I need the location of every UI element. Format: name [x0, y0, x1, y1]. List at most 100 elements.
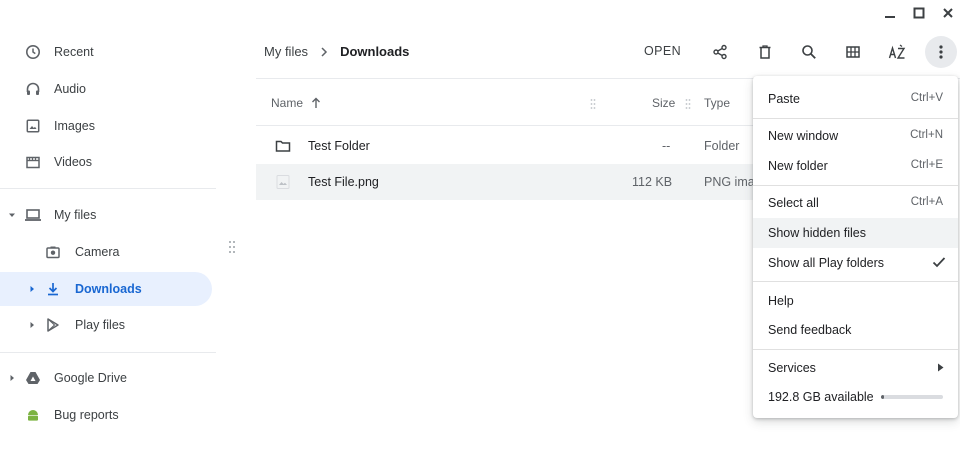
search-icon [802, 45, 816, 59]
menu-item-label: New folder [768, 159, 828, 173]
sidebar-item-label: Videos [54, 155, 92, 169]
menu-divider [753, 118, 958, 119]
column-header-name[interactable]: Name [271, 96, 321, 110]
chevron-right-icon [320, 46, 328, 57]
sidebar-item-recent[interactable]: Recent [0, 35, 212, 69]
menu-item-new-folder[interactable]: New folder Ctrl+E [753, 151, 958, 181]
folder-icon [275, 138, 291, 154]
submenu-arrow-icon [937, 363, 944, 372]
sidebar-item-play-files[interactable]: Play files [0, 308, 212, 342]
minimize-button[interactable] [880, 4, 900, 22]
close-icon [943, 8, 953, 18]
sidebar-item-images[interactable]: Images [0, 109, 212, 143]
menu-item-shortcut: Ctrl+V [910, 92, 943, 104]
sidebar-item-label: Bug reports [54, 408, 119, 422]
table-row[interactable]: Test Folder -- Folder [256, 128, 756, 164]
arrow-up-icon [311, 97, 321, 109]
menu-item-label: Show all Play folders [768, 256, 885, 270]
sidebar-item-google-drive[interactable]: Google Drive [0, 361, 212, 395]
share-icon [713, 44, 727, 60]
grid-view-button[interactable] [837, 36, 869, 68]
menu-item-shortcut: Ctrl+N [910, 129, 943, 141]
storage-info: 192.8 GB available [753, 382, 958, 412]
sidebar-item-camera[interactable]: Camera [0, 235, 212, 269]
caret-right-icon[interactable] [28, 285, 36, 293]
sidebar-item-label: Images [54, 119, 95, 133]
column-header-size[interactable]: Size [652, 96, 675, 110]
maximize-button[interactable] [909, 4, 929, 22]
sidebar-item-label: Downloads [75, 282, 142, 296]
camera-icon [44, 243, 62, 261]
sidebar-item-bug-reports[interactable]: Bug reports [0, 398, 212, 432]
file-size: 112 KB [632, 175, 673, 189]
close-button[interactable] [938, 4, 958, 22]
sort-button[interactable] [881, 36, 913, 68]
download-icon [44, 280, 62, 298]
breadcrumb-my-files[interactable]: My files [264, 44, 308, 59]
table-row[interactable]: Test File.png 112 KB PNG ima [256, 164, 756, 200]
menu-item-show-hidden-files[interactable]: Show hidden files [753, 218, 958, 248]
sidebar-item-label: Play files [75, 318, 126, 332]
menu-item-services[interactable]: Services [753, 353, 958, 383]
menu-item-label: Services [768, 361, 816, 375]
menu-item-help[interactable]: Help [753, 286, 958, 316]
column-resize-handle[interactable] [685, 98, 691, 110]
sidebar-item-audio[interactable]: Audio [0, 72, 212, 106]
caret-right-icon[interactable] [28, 321, 36, 329]
open-button[interactable]: OPEN [644, 44, 681, 58]
android-icon [24, 406, 42, 424]
delete-icon [759, 45, 771, 59]
column-resize-handle[interactable] [590, 98, 596, 110]
menu-item-select-all[interactable]: Select all Ctrl+A [753, 188, 958, 218]
drag-handle-icon [229, 241, 235, 253]
file-size: -- [662, 139, 671, 153]
sidebar-item-label: Google Drive [54, 371, 127, 385]
drag-handle-icon [590, 99, 596, 109]
sidebar-item-label: Recent [54, 45, 94, 59]
sidebar-item-videos[interactable]: Videos [0, 145, 212, 179]
breadcrumb: My files Downloads [264, 44, 409, 59]
header-divider [256, 125, 756, 126]
caret-down-icon[interactable] [8, 211, 16, 219]
menu-item-shortcut: Ctrl+E [910, 159, 943, 171]
google-drive-icon [24, 369, 42, 387]
play-store-icon [44, 316, 62, 334]
minimize-icon [885, 16, 895, 18]
menu-item-label: Send feedback [768, 323, 852, 337]
sort-az-icon [888, 44, 906, 59]
file-type: Folder [704, 139, 740, 153]
share-button[interactable] [704, 36, 736, 68]
sidebar-item-label: My files [54, 208, 97, 222]
sidebar-item-my-files[interactable]: My files [0, 198, 212, 232]
menu-item-new-window[interactable]: New window Ctrl+N [753, 121, 958, 151]
file-name: Test File.png [308, 175, 379, 189]
splitter-handle[interactable] [228, 240, 236, 254]
breadcrumb-downloads: Downloads [340, 44, 410, 59]
clock-icon [24, 43, 42, 61]
menu-item-show-play-folders[interactable]: Show all Play folders [753, 248, 958, 278]
image-file-icon [275, 174, 291, 190]
menu-item-label: Paste [768, 92, 800, 106]
menu-divider [753, 281, 958, 282]
video-icon [24, 153, 42, 171]
delete-button[interactable] [749, 36, 781, 68]
menu-item-label: Show hidden files [768, 226, 866, 240]
sidebar-item-label: Camera [75, 245, 120, 259]
sidebar-item-downloads[interactable]: Downloads [0, 272, 212, 306]
menu-item-send-feedback[interactable]: Send feedback [753, 315, 958, 345]
image-icon [24, 117, 42, 135]
column-header-label: Name [271, 96, 304, 110]
sidebar-item-label: Audio [54, 82, 86, 96]
column-header-type[interactable]: Type [704, 96, 730, 110]
checkmark-icon [932, 256, 946, 268]
file-type: PNG ima [704, 175, 755, 189]
caret-right-icon[interactable] [8, 374, 16, 382]
more-options-button[interactable] [925, 36, 957, 68]
menu-item-label: Help [768, 294, 794, 308]
drag-handle-icon [685, 99, 691, 109]
sidebar-divider [0, 188, 216, 189]
storage-meter [881, 395, 943, 399]
search-button[interactable] [793, 36, 825, 68]
menu-item-paste[interactable]: Paste Ctrl+V [753, 84, 958, 114]
menu-item-shortcut: Ctrl+A [910, 196, 943, 208]
